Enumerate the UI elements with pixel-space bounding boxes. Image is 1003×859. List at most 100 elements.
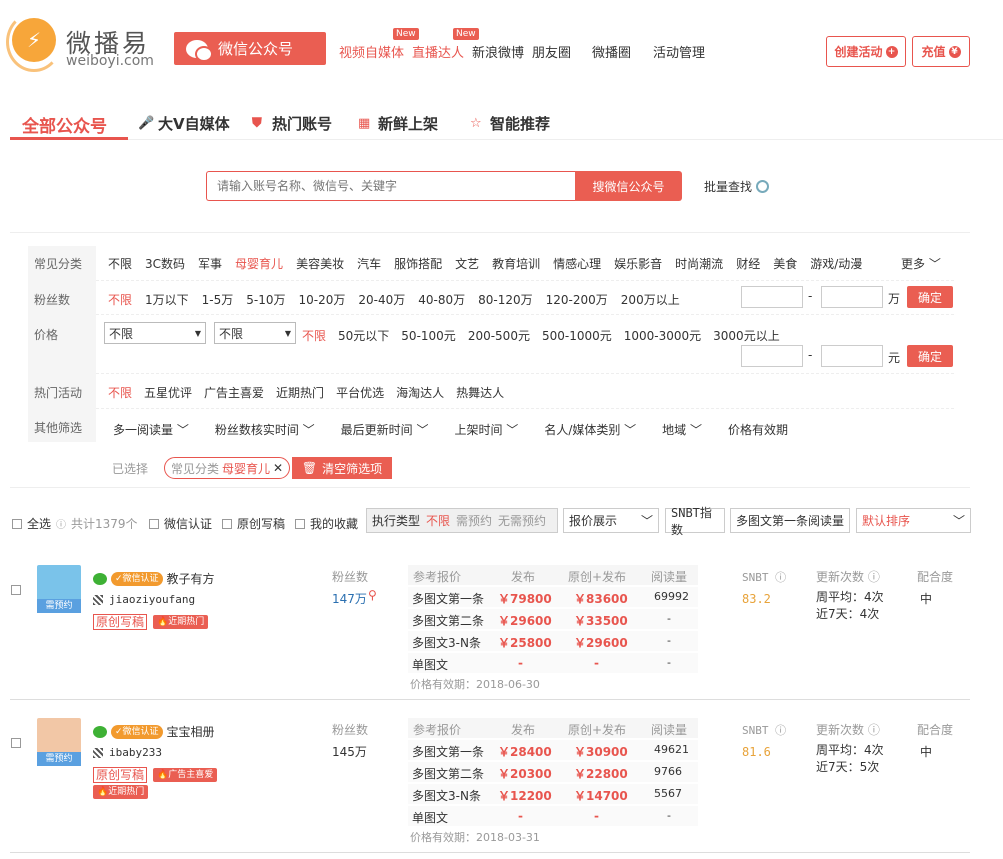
other-option[interactable]: 上架时间 ﹀ bbox=[454, 421, 518, 438]
checkbox[interactable] bbox=[295, 518, 305, 529]
fans-max-input[interactable] bbox=[821, 286, 883, 308]
cat-option[interactable]: 服饰搭配 bbox=[394, 255, 442, 272]
price-max-input[interactable] bbox=[821, 345, 883, 367]
tab-all-accounts[interactable]: 全部公众号 bbox=[22, 112, 107, 137]
price-option[interactable]: 500-1000元 bbox=[542, 327, 612, 344]
other-option[interactable]: 名人/媒体类别 ﹀ bbox=[544, 421, 636, 438]
other-option[interactable]: 地域 ﹀ bbox=[662, 421, 702, 438]
exec-option-reserve[interactable]: 需预约 bbox=[456, 512, 492, 529]
clear-filters-button[interactable]: 🗑 清空筛选项 bbox=[292, 457, 392, 479]
first-read-sort[interactable]: 多图文第一条阅读量 bbox=[730, 508, 850, 533]
cat-option[interactable]: 游戏/动漫 bbox=[810, 255, 862, 272]
hot-option[interactable]: 海淘达人 bbox=[396, 384, 444, 401]
wechat-verified-filter[interactable]: 微信认证 bbox=[149, 515, 212, 532]
checkbox[interactable] bbox=[222, 518, 232, 529]
price-position-select[interactable]: 不限 ▼ bbox=[214, 322, 296, 344]
cat-option[interactable]: 母婴育儿 bbox=[235, 255, 283, 272]
fans-option[interactable]: 不限 bbox=[108, 291, 132, 308]
execution-type-filter[interactable]: 执行类型 不限 需预约 无需预约 bbox=[366, 508, 558, 533]
tab-new-arrivals[interactable]: ▦ 新鲜上架 bbox=[358, 113, 438, 134]
nav-moments[interactable]: 朋友圈 bbox=[532, 42, 571, 61]
tab-hot-accounts[interactable]: ⛊ 热门账号 bbox=[252, 113, 332, 134]
account-name[interactable]: 宝宝相册 bbox=[167, 723, 215, 740]
fans-option[interactable]: 20-40万 bbox=[358, 291, 405, 308]
create-activity-button[interactable]: 创建活动 + bbox=[826, 36, 906, 67]
account-checkbox[interactable] bbox=[11, 738, 21, 748]
cat-option[interactable]: 军事 bbox=[198, 255, 222, 272]
price-option[interactable]: 3000元以上 bbox=[713, 327, 780, 344]
favorites-filter[interactable]: 我的收藏 bbox=[295, 515, 358, 532]
original-writing-filter[interactable]: 原创写稿 bbox=[222, 515, 285, 532]
cat-option[interactable]: 财经 bbox=[736, 255, 760, 272]
nav-video-media[interactable]: 视频自媒体 bbox=[339, 42, 404, 61]
fans-option[interactable]: 5-10万 bbox=[246, 291, 285, 308]
checkbox[interactable] bbox=[12, 518, 22, 529]
nav-activity-management[interactable]: 活动管理 bbox=[653, 42, 705, 61]
recharge-button[interactable]: 充值 ¥ bbox=[912, 36, 970, 67]
fans-option[interactable]: 40-80万 bbox=[418, 291, 465, 308]
more-categories-button[interactable]: 更多 ﹀ bbox=[901, 255, 941, 272]
price-option[interactable]: 50元以下 bbox=[338, 327, 389, 344]
cat-option[interactable]: 美容美妆 bbox=[296, 255, 344, 272]
hot-option[interactable]: 热舞达人 bbox=[456, 384, 504, 401]
cat-option[interactable]: 美食 bbox=[773, 255, 797, 272]
cat-option[interactable]: 情感心理 bbox=[553, 255, 601, 272]
qr-code-icon[interactable] bbox=[93, 747, 103, 758]
fans-option[interactable]: 10-20万 bbox=[299, 291, 346, 308]
sort-select[interactable]: 默认排序 ﹀ bbox=[856, 508, 971, 533]
price-option[interactable]: 50-100元 bbox=[401, 327, 456, 344]
cat-option[interactable]: 娱乐影音 bbox=[614, 255, 662, 272]
fans-option[interactable]: 1-5万 bbox=[202, 291, 234, 308]
account-checkbox[interactable] bbox=[11, 585, 21, 595]
cat-option[interactable]: 教育培训 bbox=[492, 255, 540, 272]
checkbox[interactable] bbox=[149, 518, 159, 529]
cat-option[interactable]: 3C数码 bbox=[145, 255, 185, 272]
other-option[interactable]: 最后更新时间 ﹀ bbox=[341, 421, 429, 438]
qr-code-icon[interactable] bbox=[93, 594, 103, 605]
price-confirm-button[interactable]: 确定 bbox=[907, 345, 953, 367]
fans-option[interactable]: 120-200万 bbox=[546, 291, 608, 308]
search-input[interactable] bbox=[206, 171, 576, 201]
nav-sina-weibo[interactable]: 新浪微博 bbox=[472, 42, 524, 61]
hot-option[interactable]: 不限 bbox=[108, 384, 132, 401]
hot-option[interactable]: 近期热门 bbox=[276, 384, 324, 401]
other-option[interactable]: 多一阅读量 ﹀ bbox=[113, 421, 189, 438]
exec-option-any[interactable]: 不限 bbox=[426, 512, 450, 529]
nav-live-streamer[interactable]: 直播达人 bbox=[412, 42, 464, 61]
price-option[interactable]: 1000-3000元 bbox=[624, 327, 701, 344]
cat-option[interactable]: 文艺 bbox=[455, 255, 479, 272]
fans-option[interactable]: 200万以上 bbox=[621, 291, 680, 308]
tab-smart-recommend[interactable]: ☆ 智能推荐 bbox=[470, 113, 550, 134]
price-option[interactable]: 不限 bbox=[302, 327, 326, 344]
nav-weiboquan[interactable]: 微播圈 bbox=[592, 42, 631, 61]
close-icon[interactable]: ✕ bbox=[273, 461, 283, 475]
other-option[interactable]: 价格有效期 bbox=[728, 421, 788, 438]
price-option[interactable]: 200-500元 bbox=[468, 327, 530, 344]
fans-min-input[interactable] bbox=[741, 286, 803, 308]
wechat-channel-button[interactable]: 微信公众号 bbox=[174, 32, 326, 65]
exec-option-no-reserve[interactable]: 无需预约 bbox=[498, 512, 546, 529]
cat-option[interactable]: 时尚潮流 bbox=[675, 255, 723, 272]
cat-option[interactable]: 汽车 bbox=[357, 255, 381, 272]
search-button[interactable]: 搜微信公众号 bbox=[575, 171, 682, 201]
logo-icon[interactable]: ⚡ bbox=[12, 18, 56, 62]
price-min-input[interactable] bbox=[741, 345, 803, 367]
price-type-select[interactable]: 不限 ▼ bbox=[104, 322, 206, 344]
hot-option[interactable]: 平台优选 bbox=[336, 384, 384, 401]
quote-display-select[interactable]: 报价展示 ﹀ bbox=[563, 508, 659, 533]
avatar[interactable] bbox=[37, 565, 81, 603]
tab-big-v[interactable]: 🎤 大V自媒体 bbox=[138, 113, 230, 134]
hot-option[interactable]: 五星优评 bbox=[144, 384, 192, 401]
other-option[interactable]: 粉丝数核实时间 ﹀ bbox=[215, 421, 315, 438]
hot-option[interactable]: 广告主喜爱 bbox=[204, 384, 264, 401]
avatar[interactable] bbox=[37, 718, 81, 756]
fans-option[interactable]: 80-120万 bbox=[478, 291, 533, 308]
fans-option[interactable]: 1万以下 bbox=[145, 291, 189, 308]
fans-confirm-button[interactable]: 确定 bbox=[907, 286, 953, 308]
batch-search-link[interactable]: 批量查找 bbox=[704, 178, 770, 195]
cat-option[interactable]: 不限 bbox=[108, 255, 132, 272]
select-all-checkbox[interactable]: 全选 ⓘ 共计1379个 bbox=[12, 515, 138, 532]
selected-filter-chip[interactable]: 常见分类 母婴育儿 ✕ bbox=[164, 457, 291, 479]
account-name[interactable]: 教子有方 bbox=[167, 570, 215, 587]
snbt-index-sort[interactable]: SNBT指数 bbox=[665, 506, 725, 537]
